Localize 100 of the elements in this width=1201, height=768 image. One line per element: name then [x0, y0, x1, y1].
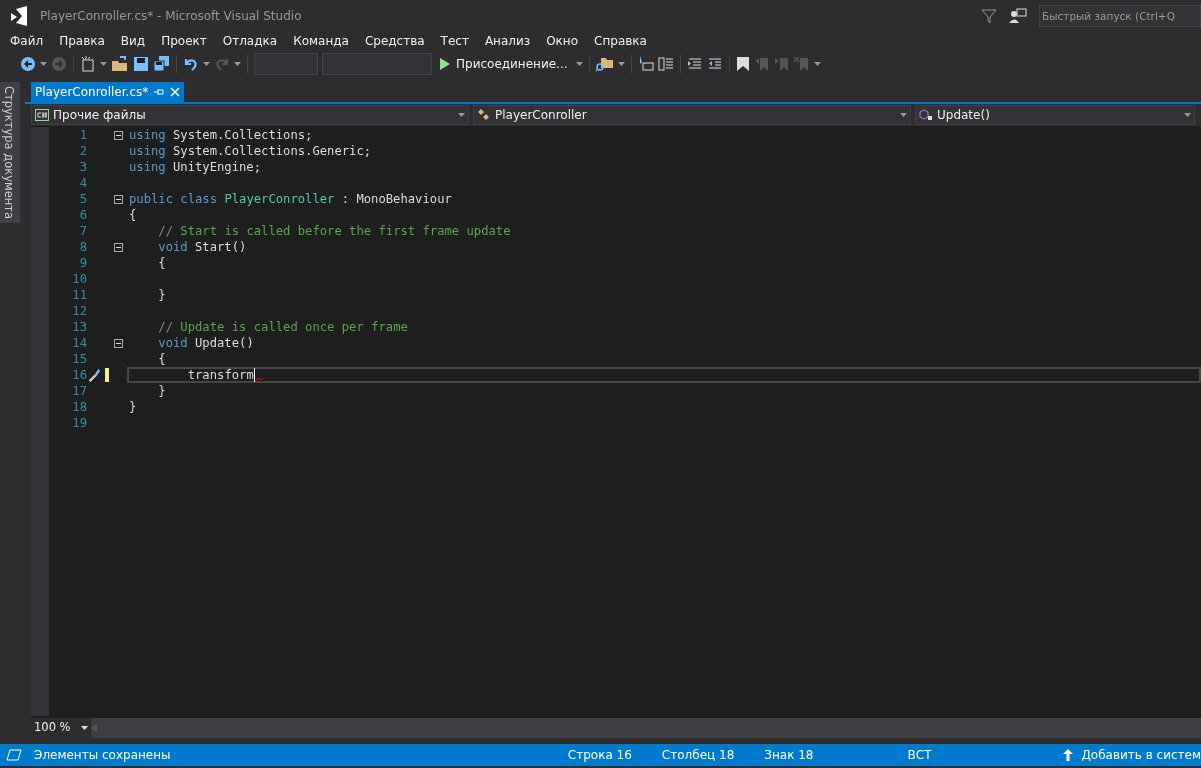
- dropdown-caret-icon[interactable]: [813, 62, 821, 66]
- menu-item[interactable]: Отладка: [214, 32, 286, 50]
- line-number: 7: [78, 222, 87, 240]
- line-number: 16: [71, 366, 87, 384]
- code-token: using: [129, 158, 166, 176]
- menu-item[interactable]: Средства: [356, 32, 433, 50]
- undo-icon[interactable]: [183, 56, 199, 72]
- code-token: PlayerConroller: [224, 190, 335, 208]
- feedback-icon[interactable]: [1009, 8, 1027, 24]
- zoom-dropdown[interactable]: 100 %: [31, 718, 91, 738]
- code-token: public class: [129, 190, 218, 208]
- dropdown-caret-icon[interactable]: [40, 62, 47, 66]
- line-number: 9: [78, 254, 87, 272]
- menu-item[interactable]: Файл: [2, 32, 52, 50]
- csharp-file-icon: [35, 109, 49, 121]
- code-token: using: [129, 142, 166, 160]
- brush-icon[interactable]: [87, 367, 101, 383]
- collapse-icon[interactable]: [113, 194, 123, 204]
- dropdown-caret-icon[interactable]: [458, 113, 465, 117]
- back-icon[interactable]: [20, 56, 36, 72]
- line-number: 13: [71, 318, 87, 336]
- code-token: {: [157, 254, 166, 272]
- code-token: void: [157, 334, 188, 352]
- collapse-icon[interactable]: [113, 338, 123, 348]
- menu-item[interactable]: Правка: [51, 32, 113, 50]
- method-icon: [919, 109, 933, 121]
- code-token: }: [157, 286, 166, 304]
- status-line: Строка 16: [567, 747, 632, 764]
- code-token: // Update is called once per frame: [157, 318, 408, 336]
- project-dropdown[interactable]: Прочие файлы: [31, 105, 469, 125]
- pin-icon[interactable]: [154, 87, 165, 97]
- status-insert-mode: ВСТ: [907, 747, 932, 764]
- code-token: : MonoBehaviour: [341, 190, 452, 208]
- code-token: transform: [186, 366, 254, 384]
- line-number: 19: [71, 414, 87, 432]
- code-token: void: [157, 238, 188, 256]
- close-icon[interactable]: [170, 87, 181, 97]
- error-squiggle-icon: [254, 377, 263, 381]
- dropdown-caret-icon: [81, 726, 88, 730]
- line-number: 18: [71, 398, 87, 416]
- status-icon: [6, 749, 22, 761]
- dropdown-caret-icon[interactable]: [1184, 113, 1191, 117]
- line-number: 10: [71, 270, 87, 288]
- menu-item[interactable]: Тест: [432, 32, 477, 50]
- attach-button[interactable]: Присоединение...: [436, 55, 572, 73]
- quick-launch-field[interactable]: Быстрый запуск (Ctrl+Q: [1039, 5, 1201, 27]
- menu-item[interactable]: Окно: [538, 32, 587, 50]
- line-number: 17: [71, 382, 87, 400]
- collapse-icon[interactable]: [113, 242, 123, 252]
- cursor-box-icon[interactable]: [637, 56, 654, 72]
- add-to-source-control-button[interactable]: Добавить в систем: [1081, 746, 1201, 764]
- dropdown-caret-icon[interactable]: [100, 62, 107, 66]
- menu-item[interactable]: Проект: [153, 32, 215, 50]
- logo-icon: [8, 6, 30, 26]
- status-message: Элементы сохранены: [34, 747, 171, 764]
- code-token: {: [157, 350, 166, 368]
- code-token: // Start is called before the first frame update: [157, 222, 511, 240]
- menu-item[interactable]: Справка: [586, 32, 655, 50]
- line-number: 8: [78, 238, 87, 256]
- code-token: Update(): [195, 334, 254, 352]
- open-folder-icon[interactable]: [111, 56, 129, 72]
- line-number: 1: [78, 126, 87, 144]
- filter-icon[interactable]: [981, 8, 997, 24]
- indent-icon[interactable]: [686, 56, 703, 72]
- code-token: System.Collections;: [173, 126, 313, 144]
- save-icon[interactable]: [133, 56, 149, 72]
- code-token: {: [129, 206, 137, 224]
- status-char: Знак 18: [764, 747, 814, 764]
- code-token: Start(): [195, 238, 247, 256]
- list-panel-icon[interactable]: [657, 56, 674, 72]
- class-dropdown[interactable]: PlayerConroller: [473, 105, 911, 125]
- side-tab[interactable]: Структура документа: [0, 82, 20, 224]
- line-number: 3: [78, 158, 87, 176]
- dropdown-caret-icon[interactable]: [617, 62, 625, 66]
- line-number: 4: [78, 174, 87, 192]
- collapse-icon[interactable]: [113, 130, 123, 140]
- new-project-icon[interactable]: [80, 56, 96, 72]
- menu-item[interactable]: Вид: [112, 32, 154, 50]
- status-column: Столбец 18: [661, 746, 735, 764]
- line-number: 12: [71, 302, 87, 320]
- dropdown-caret-icon[interactable]: [203, 62, 210, 66]
- editor-tab[interactable]: PlayerConroller.cs*: [31, 82, 185, 102]
- find-in-files-icon[interactable]: [595, 56, 614, 72]
- menu-item[interactable]: Команда: [285, 32, 357, 50]
- text-cursor: [253, 368, 255, 382]
- dropdown-caret-icon[interactable]: [575, 62, 583, 66]
- save-all-icon[interactable]: [153, 56, 170, 72]
- line-number: 6: [78, 206, 87, 224]
- member-dropdown[interactable]: Update(): [915, 105, 1195, 125]
- class-icon: [477, 109, 491, 121]
- window-title: PlayerConroller.cs* - Microsoft Visual Studio: [40, 8, 302, 25]
- code-token: using: [129, 126, 166, 144]
- dropdown-caret-icon[interactable]: [234, 62, 241, 66]
- play-icon: [440, 58, 450, 70]
- dropdown-caret-icon[interactable]: [900, 113, 907, 117]
- up-arrow-icon: [1063, 749, 1074, 761]
- outdent-icon[interactable]: [706, 56, 723, 72]
- menu-item[interactable]: Анализ: [476, 32, 539, 50]
- line-number: 2: [78, 142, 87, 160]
- bookmark-icon[interactable]: [735, 56, 750, 72]
